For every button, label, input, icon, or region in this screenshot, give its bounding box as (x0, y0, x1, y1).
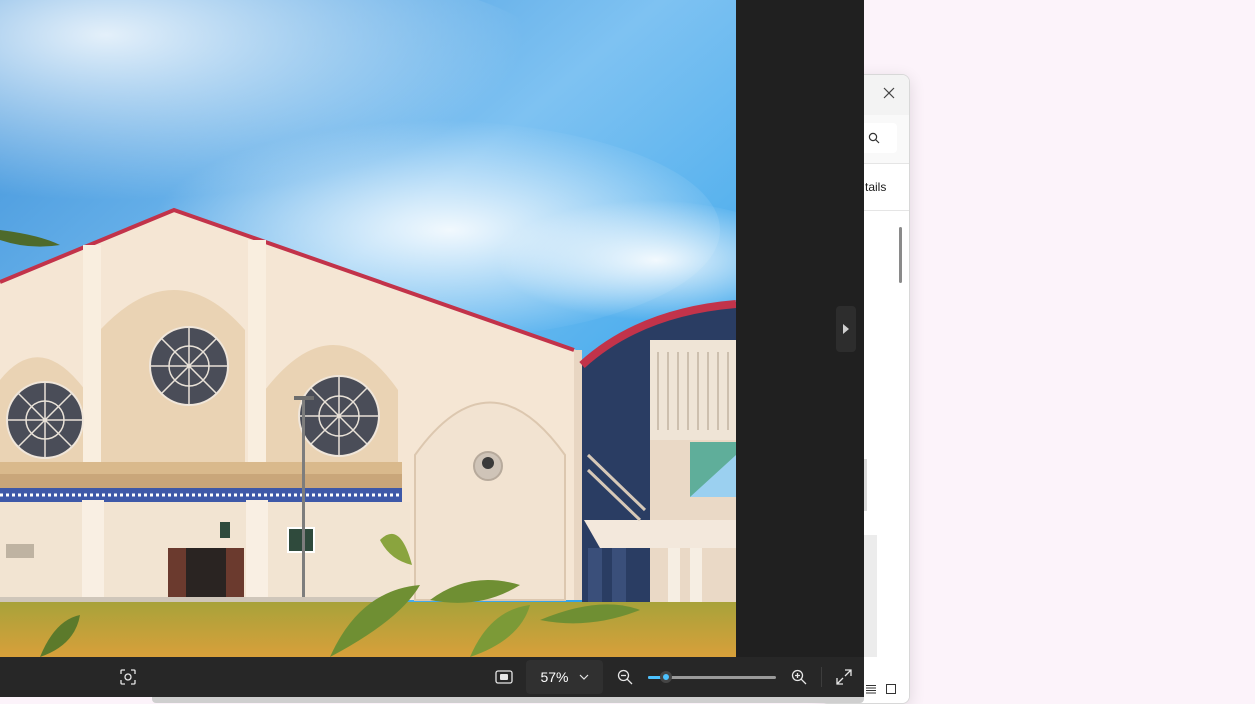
chevron-right-icon (843, 324, 849, 334)
window-bottom-edge (152, 697, 864, 703)
photo-image[interactable] (0, 0, 736, 657)
chevron-down-icon (579, 674, 588, 680)
fit-to-window-button[interactable] (490, 663, 518, 691)
zoom-level-value: 57% (540, 669, 569, 685)
fullscreen-icon (836, 669, 852, 685)
toolbar-divider (821, 667, 822, 687)
view-switcher (865, 683, 897, 695)
zoom-in-button[interactable] (785, 663, 813, 691)
zoom-in-icon (791, 669, 807, 685)
zoom-level-dropdown[interactable]: 57% (526, 660, 603, 694)
photos-app-window: 57% (0, 0, 864, 697)
visual-search-icon (120, 669, 136, 685)
zoom-out-icon (617, 669, 633, 685)
details-button-label[interactable]: tails (865, 180, 886, 194)
tiles-view-icon[interactable] (885, 683, 897, 695)
background-scrollbar[interactable] (899, 227, 902, 283)
background-close-button[interactable] (873, 79, 905, 107)
fullscreen-button[interactable] (830, 663, 858, 691)
details-view-icon[interactable] (865, 683, 877, 695)
next-image-button[interactable] (836, 306, 856, 352)
zoom-slider[interactable] (648, 671, 778, 683)
visual-search-button[interactable] (114, 663, 142, 691)
photo-canvas (0, 0, 736, 657)
search-icon (868, 132, 880, 144)
bottom-toolbar: 57% (0, 657, 864, 697)
zoom-slider-thumb[interactable] (660, 671, 672, 683)
fit-to-window-icon (495, 670, 513, 684)
close-icon (883, 87, 895, 99)
zoom-out-button[interactable] (611, 663, 639, 691)
image-viewer (0, 0, 864, 657)
